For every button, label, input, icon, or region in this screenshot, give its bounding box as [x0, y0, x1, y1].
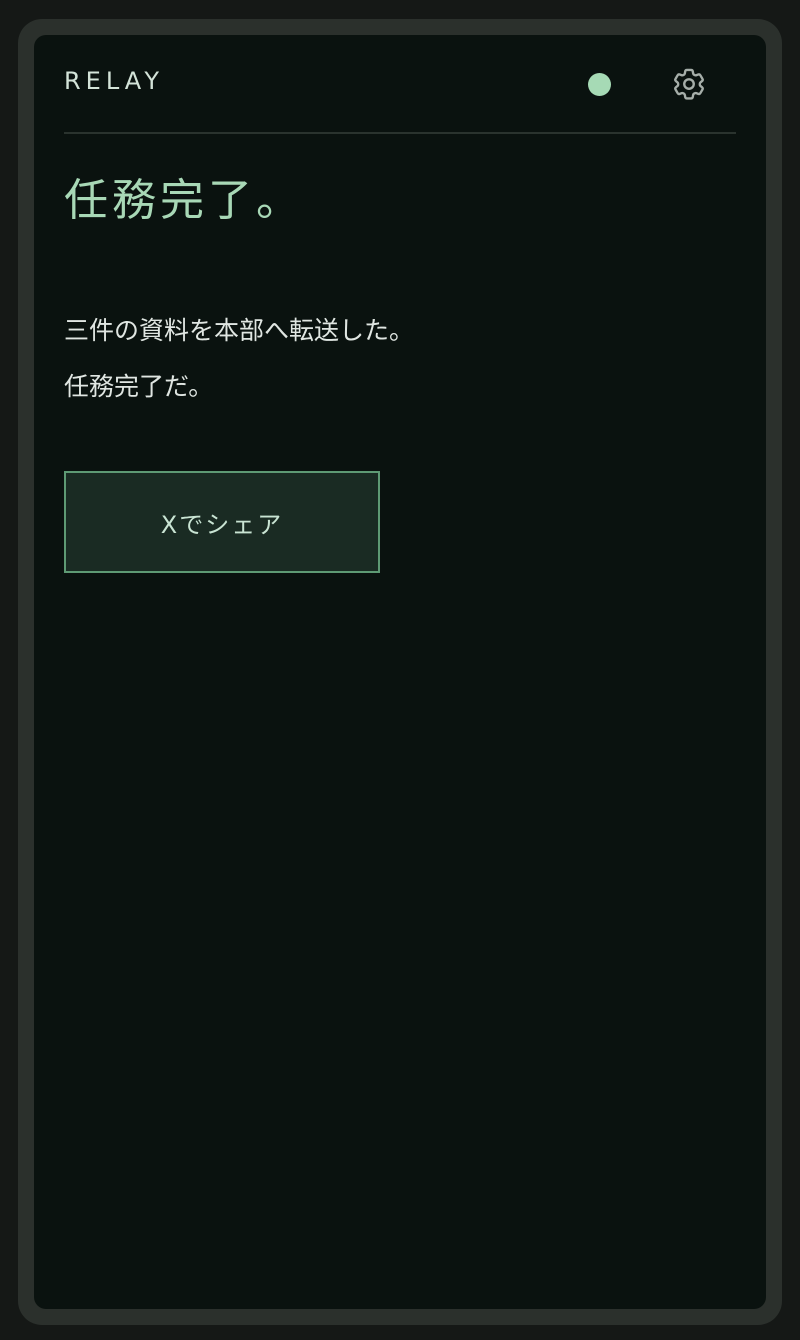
- device-frame: RELAY 任務完了。 三件の資料を本部へ転送した。 任務完了だ。 Xでシェア: [18, 19, 782, 1325]
- app-screen: RELAY 任務完了。 三件の資料を本部へ転送した。 任務完了だ。 Xでシェア: [34, 35, 766, 1309]
- app-header: RELAY: [64, 35, 736, 134]
- mission-message: 三件の資料を本部へ転送した。 任務完了だ。: [64, 303, 414, 415]
- status-indicator: [588, 73, 611, 96]
- page-title: 任務完了。: [64, 175, 304, 226]
- share-on-x-button[interactable]: Xでシェア: [64, 471, 380, 573]
- app-brand: RELAY: [64, 67, 164, 95]
- settings-button[interactable]: [670, 65, 708, 103]
- message-line: 任務完了だ。: [64, 372, 214, 401]
- gear-icon: [674, 68, 704, 100]
- message-line: 三件の資料を本部へ転送した。: [64, 316, 415, 345]
